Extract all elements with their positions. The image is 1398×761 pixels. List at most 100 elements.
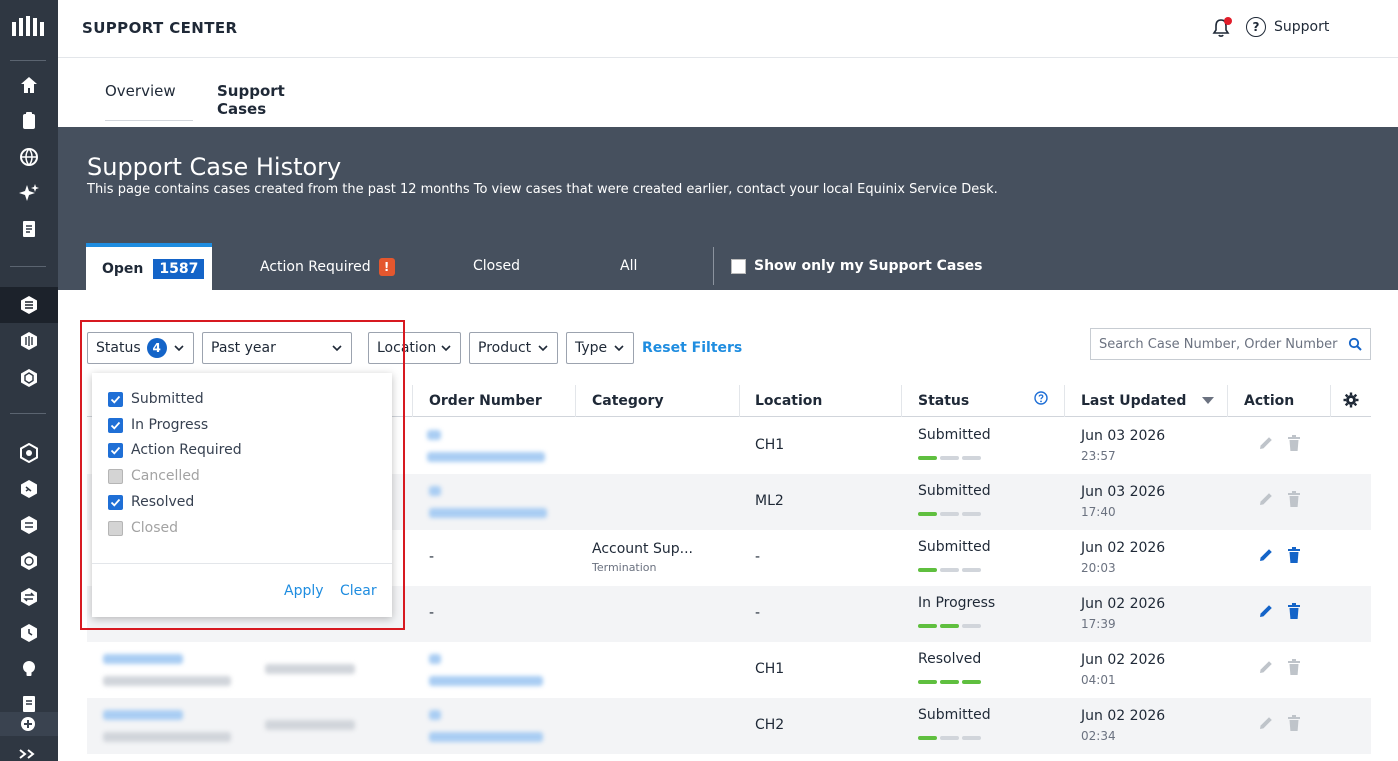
checkbox[interactable] bbox=[108, 494, 123, 510]
updated-time: 23:57 bbox=[1081, 449, 1116, 463]
search-icon[interactable] bbox=[1348, 337, 1362, 351]
notifications-button[interactable] bbox=[1210, 17, 1232, 39]
location-cell: CH1 bbox=[755, 437, 785, 453]
tab-open-label: Open bbox=[102, 260, 144, 277]
rail-exchange[interactable] bbox=[17, 585, 41, 609]
rail-metal[interactable] bbox=[17, 366, 41, 390]
rail-add-bar[interactable] bbox=[0, 712, 58, 736]
column-divider bbox=[1227, 385, 1228, 417]
checkmark-icon bbox=[110, 498, 121, 507]
table-row[interactable]: CH1 Resolved Jun 02 2026 04:01 bbox=[87, 642, 1371, 698]
edit-icon[interactable] bbox=[1257, 546, 1275, 564]
rail-fabric[interactable] bbox=[17, 441, 41, 465]
column-divider bbox=[901, 385, 902, 417]
equinix-logo-icon[interactable] bbox=[10, 14, 48, 40]
tab-all[interactable]: All bbox=[620, 258, 637, 274]
type-filter-label: Type bbox=[575, 340, 608, 356]
delete-icon[interactable] bbox=[1285, 490, 1303, 508]
checkmark-icon bbox=[110, 446, 121, 455]
rail-ideas[interactable] bbox=[17, 657, 41, 681]
rail-connections[interactable] bbox=[17, 477, 41, 501]
status-filter[interactable]: Status 4 bbox=[87, 332, 194, 364]
edit-icon[interactable] bbox=[1257, 658, 1275, 676]
service-icon bbox=[21, 516, 37, 534]
globe-icon bbox=[21, 552, 37, 570]
period-filter[interactable]: Past year bbox=[202, 332, 352, 364]
status-cell: Resolved bbox=[918, 651, 982, 667]
tab-open[interactable]: Open 1587 bbox=[86, 243, 212, 290]
chevron-down-icon bbox=[538, 345, 548, 352]
tab-closed[interactable]: Closed bbox=[473, 258, 520, 274]
column-category[interactable]: Category bbox=[592, 393, 664, 409]
location-cell: ML2 bbox=[755, 493, 784, 509]
rail-support-center[interactable] bbox=[17, 293, 41, 317]
location-cell: CH2 bbox=[755, 717, 785, 733]
column-last-updated[interactable]: Last Updated bbox=[1081, 393, 1186, 409]
edit-icon[interactable] bbox=[1257, 602, 1275, 620]
status-cell: Submitted bbox=[918, 483, 991, 499]
rail-network[interactable] bbox=[17, 145, 41, 169]
delete-icon[interactable] bbox=[1285, 714, 1303, 732]
checkbox[interactable] bbox=[108, 468, 123, 484]
apply-button[interactable]: Apply bbox=[284, 583, 324, 599]
column-location[interactable]: Location bbox=[755, 393, 822, 409]
status-cell: Submitted bbox=[918, 427, 991, 443]
sort-desc-icon[interactable] bbox=[1202, 397, 1214, 405]
my-cases-checkbox[interactable] bbox=[731, 258, 746, 274]
status-option-action-required[interactable]: Action Required bbox=[108, 442, 242, 458]
checkbox[interactable] bbox=[108, 391, 123, 407]
case-search-input[interactable]: Search Case Number, Order Number bbox=[1090, 328, 1371, 360]
checkbox[interactable] bbox=[108, 520, 123, 536]
reset-filters-link[interactable]: Reset Filters bbox=[642, 340, 742, 356]
delete-icon[interactable] bbox=[1285, 602, 1303, 620]
checkbox[interactable] bbox=[108, 442, 123, 458]
updated-time: 04:01 bbox=[1081, 673, 1116, 687]
status-option-closed[interactable]: Closed bbox=[108, 520, 178, 536]
chevron-down-icon bbox=[174, 345, 184, 352]
tab-overview[interactable]: Overview bbox=[105, 82, 193, 121]
status-option-submitted[interactable]: Submitted bbox=[108, 391, 204, 407]
column-status[interactable]: Status bbox=[918, 393, 969, 409]
table-row[interactable]: CH2 Submitted Jun 02 2026 02:34 bbox=[87, 698, 1371, 754]
rail-orders[interactable] bbox=[17, 109, 41, 133]
rail-insights[interactable] bbox=[17, 181, 41, 205]
rail-services[interactable] bbox=[17, 513, 41, 537]
updated-time: 17:40 bbox=[1081, 505, 1116, 519]
rail-global[interactable] bbox=[17, 549, 41, 573]
settings-icon[interactable] bbox=[1343, 392, 1359, 408]
rail-history[interactable] bbox=[17, 621, 41, 645]
rail-cloud[interactable] bbox=[17, 329, 41, 353]
status-option-cancelled[interactable]: Cancelled bbox=[108, 468, 200, 484]
expand-icon[interactable] bbox=[18, 748, 38, 760]
type-filter[interactable]: Type bbox=[566, 332, 634, 364]
clear-button[interactable]: Clear bbox=[340, 583, 377, 599]
status-progress bbox=[918, 736, 981, 740]
status-option-in-progress[interactable]: In Progress bbox=[108, 417, 208, 433]
rail-home[interactable] bbox=[17, 73, 41, 97]
product-filter[interactable]: Product bbox=[469, 332, 558, 364]
progress-segment bbox=[918, 680, 937, 684]
chevron-down-icon bbox=[332, 345, 342, 352]
delete-icon[interactable] bbox=[1285, 546, 1303, 564]
status-option-resolved[interactable]: Resolved bbox=[108, 494, 194, 510]
edit-icon[interactable] bbox=[1257, 434, 1275, 452]
edit-icon[interactable] bbox=[1257, 490, 1275, 508]
status-progress bbox=[918, 456, 981, 460]
tab-action-required[interactable]: Action Required ! bbox=[260, 258, 395, 276]
info-icon[interactable] bbox=[1034, 391, 1048, 405]
progress-segment bbox=[918, 624, 937, 628]
location-filter[interactable]: Location bbox=[368, 332, 461, 364]
support-menu[interactable]: ? Support bbox=[1246, 17, 1329, 37]
updated-date: Jun 02 2026 bbox=[1081, 652, 1166, 668]
status-count-badge: 4 bbox=[146, 338, 167, 358]
column-order-number[interactable]: Order Number bbox=[429, 393, 542, 409]
delete-icon[interactable] bbox=[1285, 434, 1303, 452]
rail-documents[interactable] bbox=[17, 217, 41, 241]
hexagon-icon bbox=[21, 480, 37, 498]
edit-icon[interactable] bbox=[1257, 714, 1275, 732]
my-cases-toggle[interactable]: Show only my Support Cases bbox=[731, 258, 983, 274]
delete-icon[interactable] bbox=[1285, 658, 1303, 676]
checkbox[interactable] bbox=[108, 417, 123, 433]
updated-date: Jun 03 2026 bbox=[1081, 484, 1166, 500]
status-cell: In Progress bbox=[918, 595, 996, 611]
